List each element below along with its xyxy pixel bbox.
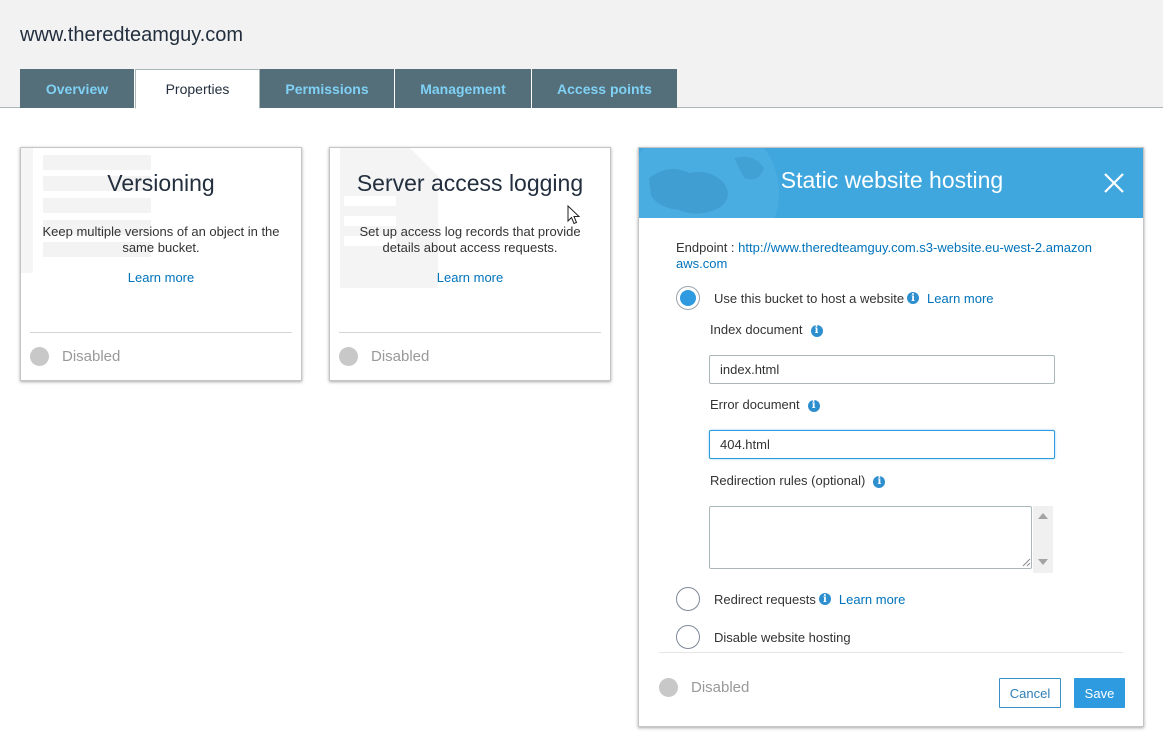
redirect-requests-label: Redirect requests bbox=[714, 591, 816, 607]
versioning-background-icon bbox=[21, 148, 151, 273]
resize-grip-icon[interactable] bbox=[1022, 558, 1031, 567]
index-document-label-row: Index document i bbox=[710, 322, 823, 337]
info-icon[interactable]: i bbox=[807, 399, 820, 412]
redirection-rules-label: Redirection rules (optional) bbox=[710, 473, 866, 488]
logging-description: Set up access log records that provide d… bbox=[359, 224, 581, 255]
tab-bar: Overview Properties Permissions Manageme… bbox=[20, 69, 677, 109]
hosting-status: Disabled bbox=[659, 678, 749, 697]
tab-access-points[interactable]: Access points bbox=[532, 69, 677, 108]
logging-background-icon bbox=[340, 148, 438, 288]
endpoint: Endpoint : http://www.theredteamguy.com.… bbox=[676, 240, 1096, 272]
versioning-status-text: Disabled bbox=[62, 348, 121, 365]
hosting-status-text: Disabled bbox=[691, 679, 750, 696]
panel-header: Static website hosting bbox=[639, 148, 1143, 218]
versioning-title: Versioning bbox=[107, 170, 215, 196]
status-dot-icon bbox=[659, 678, 678, 697]
save-button[interactable]: Save bbox=[1074, 678, 1125, 708]
index-document-input[interactable] bbox=[709, 355, 1055, 384]
scroll-down-icon[interactable] bbox=[1038, 559, 1048, 565]
close-icon[interactable] bbox=[1102, 171, 1126, 195]
cancel-button[interactable]: Cancel bbox=[999, 678, 1061, 708]
logging-title: Server access logging bbox=[356, 170, 584, 196]
bucket-name: www.theredteamguy.com bbox=[20, 24, 244, 46]
redirect-requests-radio[interactable] bbox=[676, 587, 700, 611]
static-website-hosting-panel: Static website hosting Endpoint : http:/… bbox=[638, 147, 1144, 727]
versioning-card[interactable]: Versioning Keep multiple versions of an … bbox=[20, 147, 302, 381]
redirection-rules-textarea[interactable] bbox=[709, 506, 1032, 569]
status-dot-icon bbox=[30, 347, 49, 366]
index-document-label: Index document bbox=[710, 322, 803, 337]
tab-overview[interactable]: Overview bbox=[20, 69, 135, 108]
scroll-up-icon[interactable] bbox=[1038, 513, 1048, 519]
redirection-rules-scrollbar[interactable] bbox=[1033, 506, 1053, 573]
card-divider bbox=[30, 332, 292, 333]
tab-management[interactable]: Management bbox=[395, 69, 532, 108]
mouse-cursor-icon bbox=[567, 205, 581, 225]
info-icon[interactable]: i bbox=[810, 324, 823, 337]
versioning-status: Disabled bbox=[30, 347, 120, 366]
option-disable-hosting: Disable website hosting bbox=[676, 625, 851, 649]
host-website-label: Use this bucket to host a website bbox=[714, 290, 905, 306]
error-document-label: Error document bbox=[710, 397, 800, 412]
logging-status-text: Disabled bbox=[371, 348, 430, 365]
disable-hosting-label: Disable website hosting bbox=[714, 629, 851, 645]
info-icon[interactable]: i bbox=[818, 593, 831, 605]
versioning-learn-more-link[interactable]: Learn more bbox=[21, 270, 301, 285]
bucket-header: www.theredteamguy.com Overview Propertie… bbox=[0, 0, 1163, 109]
server-access-logging-card[interactable]: Server access logging Set up access log … bbox=[329, 147, 611, 381]
disable-hosting-radio[interactable] bbox=[676, 625, 700, 649]
host-website-learn-more-link[interactable]: Learn more bbox=[927, 291, 993, 306]
option-redirect-requests: Redirect requests i Learn more bbox=[676, 587, 905, 611]
tab-properties[interactable]: Properties bbox=[135, 69, 260, 109]
logging-learn-more-link[interactable]: Learn more bbox=[330, 270, 610, 285]
card-divider bbox=[339, 332, 601, 333]
versioning-description: Keep multiple versions of an object in t… bbox=[42, 224, 280, 255]
option-host-website: Use this bucket to host a website i Lear… bbox=[676, 286, 994, 310]
host-website-radio[interactable] bbox=[676, 286, 700, 310]
error-document-label-row: Error document i bbox=[710, 397, 820, 412]
endpoint-label: Endpoint : bbox=[676, 240, 735, 255]
redirection-rules-label-row: Redirection rules (optional) i bbox=[710, 473, 886, 488]
panel-divider bbox=[659, 652, 1123, 653]
status-dot-icon bbox=[339, 347, 358, 366]
panel-title: Static website hosting bbox=[780, 167, 1004, 193]
redirect-requests-learn-more-link[interactable]: Learn more bbox=[839, 592, 905, 607]
tab-permissions[interactable]: Permissions bbox=[260, 69, 395, 108]
error-document-input[interactable] bbox=[709, 430, 1055, 459]
logging-status: Disabled bbox=[339, 347, 429, 366]
info-icon[interactable]: i bbox=[907, 292, 920, 304]
info-icon[interactable]: i bbox=[873, 475, 886, 488]
endpoint-link[interactable]: http://www.theredteamguy.com.s3-website.… bbox=[676, 240, 1092, 271]
